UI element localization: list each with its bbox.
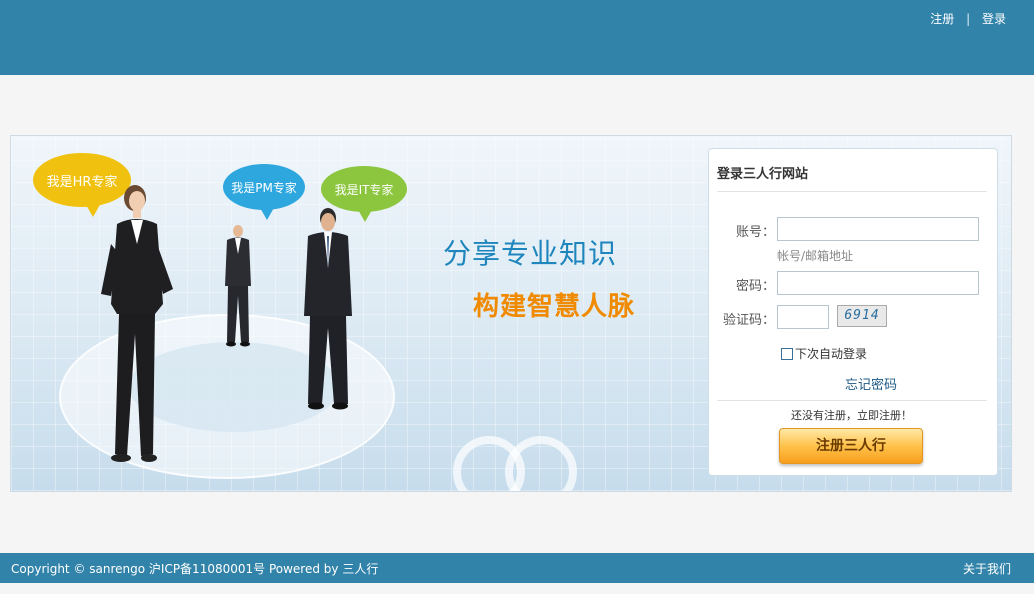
account-input[interactable]	[777, 217, 979, 241]
login-title: 登录三人行网站	[717, 167, 809, 182]
pm-man-figure	[225, 225, 251, 347]
remember-checkbox[interactable]	[781, 347, 793, 360]
top-links: 注册 | 登录	[930, 10, 1006, 27]
it-expert-bubble: 我是IT专家	[321, 166, 407, 222]
login-link[interactable]: 登录	[982, 12, 1006, 26]
rings-logo-decoration	[453, 436, 577, 491]
account-hint: 帐号/邮箱地址	[777, 249, 854, 263]
login-panel: 登录三人行网站 账号： 帐号/邮箱地址 密码： 验证码： 6914 下次自动登录…	[708, 148, 998, 476]
link-separator: |	[966, 12, 971, 26]
top-header-bar: 注册 | 登录	[0, 0, 1034, 75]
pm-expert-bubble: 我是PM专家	[223, 164, 305, 220]
captcha-image[interactable]: 6914	[837, 305, 887, 327]
remember-label: 下次自动登录	[795, 347, 868, 361]
register-button[interactable]: 注册三人行	[779, 428, 923, 464]
forgot-password-link[interactable]: 忘记密码	[845, 374, 897, 393]
footer-bar: Copyright © sanrengo 沪ICP备11080001号 Powe…	[0, 553, 1034, 583]
register-divider	[717, 400, 987, 401]
password-label: 密码：	[735, 279, 775, 294]
captcha-input[interactable]	[777, 305, 829, 329]
remember-me[interactable]: 下次自动登录	[781, 345, 867, 362]
woman-figure	[101, 185, 173, 462]
it-man-figure	[304, 208, 352, 410]
slogan-share-knowledge: 分享专业知识	[443, 237, 618, 270]
captcha-label: 验证码：	[722, 313, 775, 328]
account-label: 账号：	[735, 225, 775, 240]
password-input[interactable]	[777, 271, 979, 295]
slogan-build-network: 构建智慧人脉	[473, 292, 636, 322]
about-us-link[interactable]: 关于我们	[963, 560, 1011, 577]
no-account-text: 还没有注册，立即注册！	[791, 409, 912, 422]
register-link[interactable]: 注册	[930, 12, 954, 26]
title-divider	[717, 191, 987, 192]
copyright-text: Copyright © sanrengo 沪ICP备11080001号 Powe…	[11, 562, 379, 576]
